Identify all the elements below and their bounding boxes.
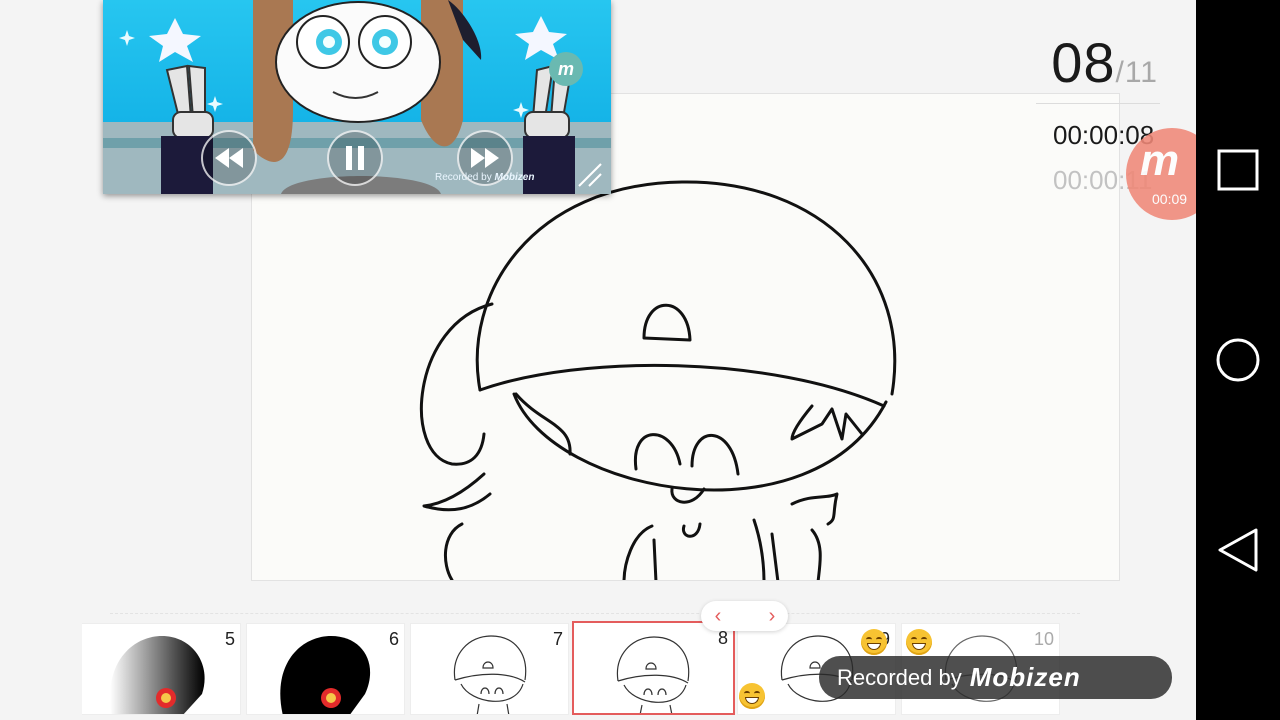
chevron-right-icon: ›: [768, 604, 776, 627]
thumbnail-image: [616, 636, 690, 713]
frame-nav-pill: ‹ ›: [701, 601, 788, 631]
record-time: 00:09: [1152, 191, 1188, 207]
thumbnail-image: [110, 636, 205, 714]
back-button[interactable]: [1212, 524, 1264, 576]
system-navigation-bar: [1196, 0, 1280, 720]
frame-separator: /: [1115, 56, 1125, 89]
grin-emoji-icon[interactable]: [739, 683, 765, 709]
recent-apps-button[interactable]: [1212, 144, 1264, 196]
pip-video-player[interactable]: Recorded by Mobizen m: [103, 0, 611, 194]
pause-icon: [346, 146, 364, 170]
thumbnail-frame-7[interactable]: 7: [410, 623, 569, 715]
next-frame-button[interactable]: ›: [757, 604, 787, 628]
pip-brand: Mobizen: [494, 172, 535, 183]
thumbnail-number: 10: [1033, 629, 1054, 649]
timeline-divider: [110, 613, 1080, 614]
square-icon: [1217, 149, 1259, 191]
home-button[interactable]: [1212, 334, 1264, 386]
rewind-button[interactable]: [201, 130, 257, 186]
grin-emoji-icon[interactable]: [906, 629, 932, 655]
pip-recorded-text: Recorded by: [435, 172, 492, 183]
thumbnail-number: 6: [388, 629, 399, 649]
thumbnail-frame-5[interactable]: 5: [82, 623, 241, 715]
thumbnail-image: [453, 635, 527, 714]
thumbnail-number: 5: [224, 629, 235, 649]
watermark-text: Recorded by: [837, 664, 962, 690]
watermark-brand: Mobizen: [969, 662, 1081, 692]
resize-icon: [578, 163, 602, 187]
grin-emoji-icon[interactable]: [861, 629, 887, 655]
animation-app: 08/11 00:00:08 00:00:11 m 00:09 Recorded…: [0, 0, 1196, 720]
circle-icon: [1216, 338, 1260, 382]
triangle-back-icon: [1218, 528, 1258, 572]
recording-watermark: Recorded by Mobizen: [819, 656, 1172, 699]
fast-forward-icon: [471, 148, 499, 168]
thumbnail-frame-8[interactable]: 8: [572, 621, 735, 715]
frame-total: 11: [1124, 56, 1158, 89]
prev-frame-button[interactable]: ‹: [703, 604, 733, 628]
rewind-icon: [215, 148, 243, 168]
frame-counter: 08/11: [1051, 30, 1158, 95]
counter-divider: [1036, 103, 1160, 104]
chevron-left-icon: ‹: [714, 604, 722, 627]
pip-mobizen-logo: m: [549, 52, 583, 86]
resize-handle[interactable]: [575, 160, 605, 190]
record-logo: m: [1140, 136, 1180, 185]
thumbnail-image: [280, 636, 370, 714]
thumbnail-number: 8: [717, 628, 728, 648]
pip-recorded-label: Recorded by Mobizen: [435, 172, 534, 183]
thumbnail-frame-6[interactable]: 6: [246, 623, 405, 715]
pause-button[interactable]: [327, 130, 383, 186]
pip-logo-letter: m: [557, 58, 574, 79]
frame-current: 08: [1051, 31, 1116, 94]
thumbnail-number: 7: [552, 629, 563, 649]
